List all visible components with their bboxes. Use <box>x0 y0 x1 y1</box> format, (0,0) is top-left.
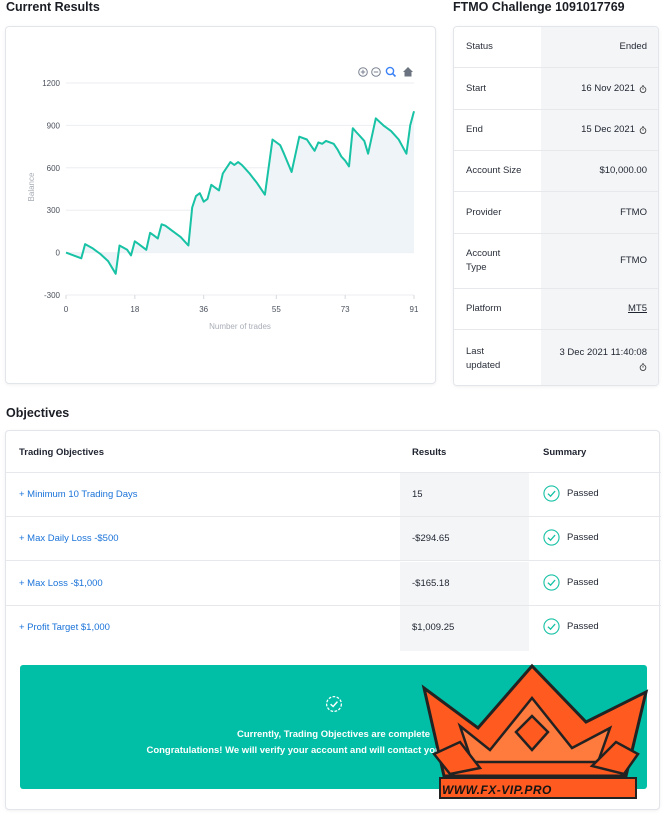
zoom-in-icon[interactable] <box>358 67 368 77</box>
objective-result: $1,009.25 <box>412 622 455 633</box>
provider-label: Provider <box>454 192 541 233</box>
y-tick-label: 300 <box>47 206 61 215</box>
account-size-label: Account Size <box>454 151 541 191</box>
objective-profit-target-link[interactable]: + Profit Target $1,000 <box>19 622 110 633</box>
objectives-heading: Objectives <box>6 406 70 420</box>
current-results-heading: Current Results <box>6 0 100 14</box>
objective-summary: Passed <box>567 621 599 632</box>
objective-summary: Passed <box>567 577 599 588</box>
objective-min-trading-days-link[interactable]: + Minimum 10 Trading Days <box>19 489 138 500</box>
account-type-row: Account Type FTMO <box>454 234 658 289</box>
stopwatch-icon <box>639 84 647 93</box>
watermark-text: WWW.FX-VIP.PRO <box>442 783 552 797</box>
x-tick-label: 0 <box>64 305 69 314</box>
x-axis-label: Number of trades <box>209 322 271 331</box>
x-tick-label: 18 <box>130 305 139 314</box>
balance-chart: 12009006003000-300 0 18 36 55 73 91 Balance N… <box>27 66 419 331</box>
account-type-value: FTMO <box>541 234 658 288</box>
x-tick-label: 36 <box>199 305 208 314</box>
check-circle-icon <box>543 485 560 502</box>
stopwatch-icon <box>639 126 647 134</box>
objectives-header-row: Trading Objectives Results Summary <box>6 431 661 473</box>
objective-row: + Max Daily Loss -$500 -$294.65 Passed <box>6 517 661 561</box>
col-trading-objectives: Trading Objectives <box>19 447 104 458</box>
challenge-heading: FTMO Challenge 1091017769 <box>453 0 625 14</box>
provider-row: Provider FTMO <box>454 192 658 234</box>
account-type-label-2: Type <box>466 262 487 273</box>
platform-label: Platform <box>454 289 541 329</box>
platform-link[interactable]: MT5 <box>628 302 647 316</box>
y-tick-label: 1200 <box>42 79 60 88</box>
objective-summary: Passed <box>567 532 599 543</box>
end-label: End <box>454 110 541 150</box>
home-icon[interactable] <box>403 67 413 77</box>
objective-row: + Minimum 10 Trading Days 15 Passed <box>6 473 661 517</box>
badge-check-icon <box>325 695 343 713</box>
x-tick-label: 73 <box>341 305 350 314</box>
status-value: Ended <box>541 27 658 67</box>
x-axis-ticks: 0 18 36 55 73 91 <box>64 295 419 314</box>
y-tick-label: -300 <box>44 291 61 300</box>
check-circle-icon <box>543 529 560 546</box>
objective-row: + Max Loss -$1,000 -$165.18 Passed <box>6 562 661 606</box>
last-updated-label-2: updated <box>466 359 501 371</box>
check-circle-icon <box>543 618 560 635</box>
last-updated-label-1: Last <box>466 345 484 357</box>
objective-result: -$294.65 <box>412 533 450 544</box>
x-tick-label: 91 <box>410 305 419 314</box>
y-tick-label: 0 <box>56 249 61 258</box>
account-size-value: $10,000.00 <box>541 151 658 191</box>
y-tick-label: 600 <box>47 164 61 173</box>
col-results: Results <box>412 447 447 458</box>
end-row: End 15 Dec 2021 <box>454 110 658 151</box>
account-type-label-1: Account <box>466 248 501 259</box>
last-updated-row: Last updated 3 Dec 2021 11:40:08 <box>454 330 658 385</box>
objective-summary: Passed <box>567 488 599 499</box>
x-tick-label: 55 <box>272 305 281 314</box>
start-value: 16 Nov 2021 <box>581 82 635 94</box>
objective-max-loss-link[interactable]: + Max Loss -$1,000 <box>19 578 103 589</box>
start-label: Start <box>454 68 541 109</box>
status-label: Status <box>454 27 541 67</box>
objective-result: 15 <box>412 489 423 500</box>
last-updated-value: 3 Dec 2021 11:40:08 <box>559 347 647 358</box>
col-summary: Summary <box>543 447 587 458</box>
objective-result: -$165.18 <box>412 578 450 589</box>
objective-row: + Profit Target $1,000 $1,009.25 Passed <box>6 606 661 651</box>
magnify-icon[interactable] <box>385 66 397 78</box>
provider-value: FTMO <box>541 192 658 233</box>
y-axis-ticks: 1200 900 600 300 0 -300 <box>42 79 60 300</box>
balance-chart-card: 1200 900 600 300 0 -300 0 18 36 55 73 91 Balance N… <box>5 26 436 384</box>
watermark-crown-logo <box>421 663 649 799</box>
account-size-row: Account Size $10,000.00 <box>454 151 658 192</box>
y-axis-label: Balance <box>27 172 36 201</box>
y-tick-label: 900 <box>47 121 61 130</box>
check-circle-icon <box>543 574 560 591</box>
zoom-out-icon[interactable] <box>371 67 381 77</box>
start-row: Start 16 Nov 2021 <box>454 68 658 110</box>
objective-max-daily-loss-link[interactable]: + Max Daily Loss -$500 <box>19 533 119 544</box>
end-value: 15 Dec 2021 <box>581 124 635 135</box>
stopwatch-icon <box>639 363 647 371</box>
platform-row: Platform MT5 <box>454 289 658 330</box>
status-row: Status Ended <box>454 27 658 68</box>
challenge-info-table: Status Ended Start 16 Nov 2021 End 15 De… <box>453 26 659 386</box>
